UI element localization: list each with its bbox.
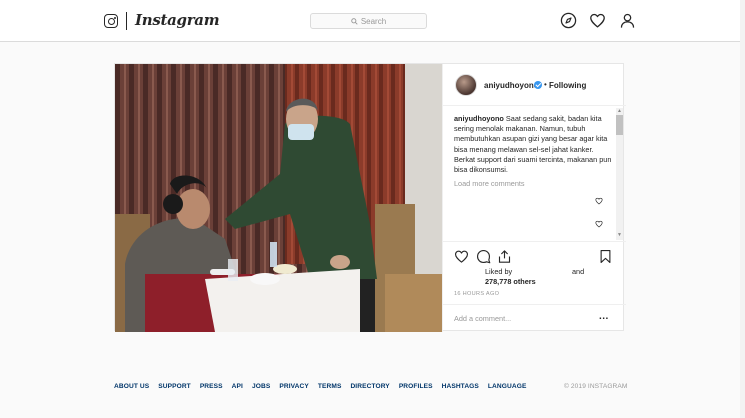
page-scrollbar[interactable] xyxy=(740,0,745,418)
footer-link-terms[interactable]: TERMS xyxy=(318,383,342,390)
instagram-camera-icon[interactable] xyxy=(104,14,118,28)
dot-separator: • xyxy=(544,80,547,89)
footer-link-jobs[interactable]: JOBS xyxy=(252,383,270,390)
caption-username[interactable]: aniyudhoyono xyxy=(454,114,504,123)
likes-and: and xyxy=(572,267,585,276)
like-heart-icon[interactable] xyxy=(454,249,469,264)
post-caption: aniyudhoyono Saat sedang sakit, badan ki… xyxy=(454,114,612,175)
footer-link-api[interactable]: API xyxy=(232,383,243,390)
search-icon xyxy=(351,17,358,25)
avatar[interactable] xyxy=(455,74,477,96)
add-comment-bar: Add a comment... ... xyxy=(443,304,626,332)
instagram-wordmark[interactable]: Instagram xyxy=(135,11,220,29)
footer-link-support[interactable]: SUPPORT xyxy=(158,383,191,390)
share-icon[interactable] xyxy=(497,249,512,264)
search-placeholder: Search xyxy=(360,16,387,26)
footer-link-press[interactable]: PRESS xyxy=(200,383,223,390)
search-input[interactable]: Search xyxy=(310,13,427,29)
likes-count-button[interactable]: 278,778 others xyxy=(485,277,536,288)
footer-link-language[interactable]: LANGUAGE xyxy=(488,383,527,390)
comment-like-heart-icon[interactable] xyxy=(595,220,603,228)
logo-divider xyxy=(126,12,127,30)
comments-scrollbar-thumb[interactable] xyxy=(616,115,623,135)
footer-link-about-us[interactable]: ABOUT US xyxy=(114,383,149,390)
footer-link-profiles[interactable]: PROFILES xyxy=(399,383,433,390)
likes-label: Liked by xyxy=(485,267,513,276)
post-sidebar: aniyudhoyono • Following aniyudhoyono Sa… xyxy=(442,64,626,332)
compass-icon[interactable] xyxy=(560,12,577,29)
load-more-comments-button[interactable]: Load more comments xyxy=(454,179,525,188)
post-actions xyxy=(443,242,626,272)
scroll-up-arrow-icon[interactable]: ▲ xyxy=(617,108,622,114)
post-timestamp[interactable]: 16 HOURS AGO xyxy=(454,291,499,297)
copyright-text: © 2019 INSTAGRAM xyxy=(564,383,628,390)
add-comment-input[interactable]: Add a comment... xyxy=(454,314,511,323)
more-options-button[interactable]: ... xyxy=(599,311,609,322)
top-nav-bar: Instagram Search xyxy=(0,0,745,42)
footer-link-hashtags[interactable]: HASHTAGS xyxy=(442,383,479,390)
user-icon[interactable] xyxy=(619,12,636,29)
scroll-down-arrow-icon[interactable]: ▼ xyxy=(617,232,622,238)
comment-bubble-icon[interactable] xyxy=(476,249,491,264)
post-card: aniyudhoyono • Following aniyudhoyono Sa… xyxy=(114,63,626,332)
verified-badge-icon xyxy=(534,81,542,89)
comments-section: aniyudhoyono Saat sedang sakit, badan ki… xyxy=(443,106,626,242)
heart-icon[interactable] xyxy=(589,12,606,29)
following-button[interactable]: Following xyxy=(549,81,586,90)
caption-text: Saat sedang sakit, badan kita sering men… xyxy=(454,114,612,175)
footer-links: ABOUT US SUPPORT PRESS API JOBS PRIVACY … xyxy=(114,383,535,390)
footer-link-privacy[interactable]: PRIVACY xyxy=(279,383,309,390)
comment-like-heart-icon[interactable] xyxy=(595,197,603,205)
post-photo[interactable] xyxy=(115,64,442,332)
post-photo-image xyxy=(115,64,442,332)
post-header: aniyudhoyono • Following xyxy=(443,64,626,106)
footer-link-directory[interactable]: DIRECTORY xyxy=(350,383,389,390)
post-username[interactable]: aniyudhoyono xyxy=(484,81,539,90)
bookmark-save-icon[interactable] xyxy=(598,249,613,264)
